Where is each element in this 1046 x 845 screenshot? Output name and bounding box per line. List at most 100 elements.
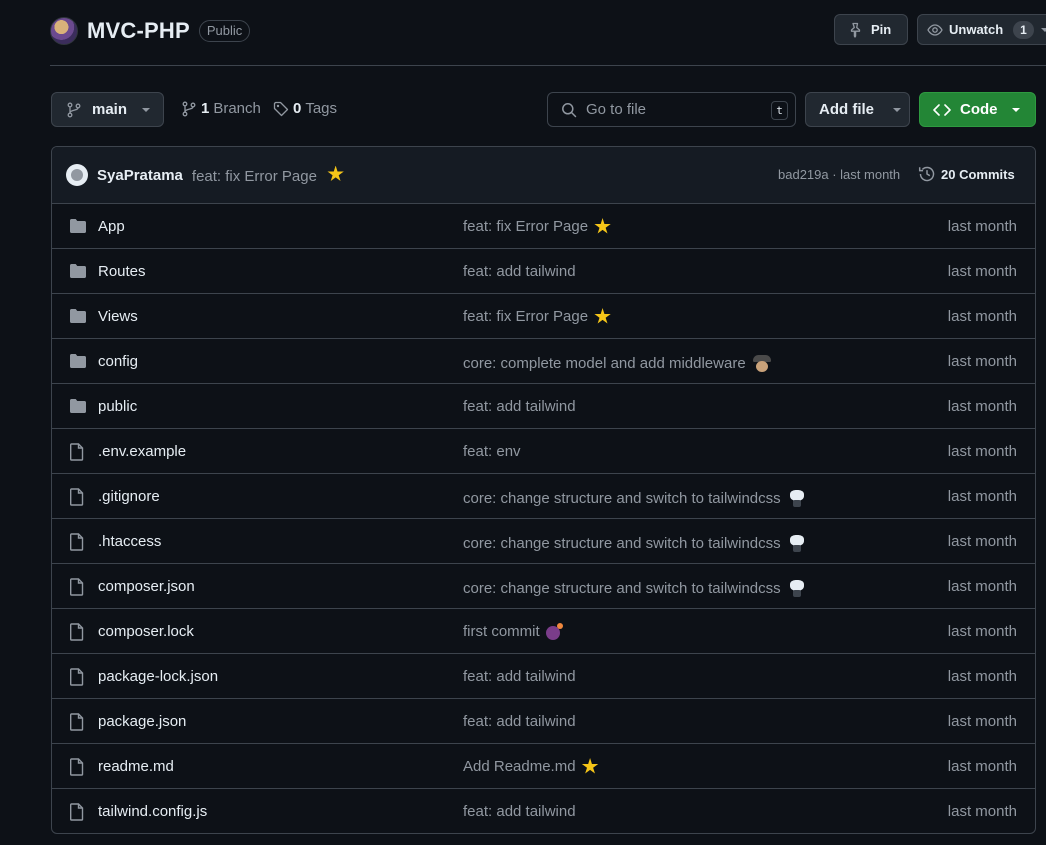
file-icon: [69, 713, 85, 736]
unwatch-button[interactable]: Unwatch 1: [917, 14, 1046, 45]
octocat-icon: [787, 533, 807, 553]
file-commit-message-text: feat: env: [463, 443, 521, 460]
file-commit-time: last month: [947, 488, 1017, 505]
file-name[interactable]: Routes: [98, 263, 146, 280]
octocat-icon: [787, 578, 807, 598]
file-commit-message-text: Add Readme.md: [463, 758, 576, 775]
file-name[interactable]: package.json: [98, 713, 186, 730]
commit-meta[interactable]: bad219a · last month: [778, 167, 900, 182]
add-file-button[interactable]: Add file: [805, 92, 910, 127]
file-commit-message[interactable]: feat: env: [463, 443, 521, 460]
commits-label: Commits: [959, 166, 1015, 182]
file-row[interactable]: .htaccess core: change structure and swit…: [52, 519, 1035, 564]
file-list: App feat: fix Error Page last month Routes f…: [52, 204, 1035, 833]
file-commit-time: last month: [947, 263, 1017, 280]
file-row[interactable]: public feat: add tailwind last month: [52, 384, 1035, 429]
visibility-badge: Public: [198, 20, 251, 42]
file-row[interactable]: .env.example feat: env last month: [52, 429, 1035, 474]
file-commit-message-text: feat: add tailwind: [463, 263, 576, 280]
file-commit-time: last month: [947, 578, 1017, 595]
file-row[interactable]: .gitignore core: change structure and swi…: [52, 474, 1035, 519]
file-commit-time: last month: [947, 713, 1017, 730]
file-row[interactable]: readme.md Add Readme.md last month: [52, 744, 1035, 789]
commit-author[interactable]: SyaPratama: [97, 167, 183, 184]
file-commit-message[interactable]: feat: fix Error Page: [463, 308, 611, 325]
file-row[interactable]: package-lock.json feat: add tailwind last …: [52, 654, 1035, 699]
file-row[interactable]: package.json feat: add tailwind last month: [52, 699, 1035, 744]
file-name[interactable]: tailwind.config.js: [98, 803, 207, 820]
file-commit-message-text: feat: add tailwind: [463, 713, 576, 730]
branches-label: Branch: [213, 100, 261, 117]
file-commit-message[interactable]: feat: add tailwind: [463, 668, 576, 685]
file-name[interactable]: .htaccess: [98, 533, 161, 550]
file-commit-message[interactable]: feat: fix Error Page: [463, 218, 611, 235]
file-commit-message[interactable]: Add Readme.md: [463, 758, 599, 775]
detective-icon: [752, 353, 772, 373]
file-commit-message-text: feat: fix Error Page: [463, 308, 589, 325]
file-commit-time: last month: [947, 353, 1017, 370]
file-commit-message[interactable]: core: complete model and add middleware: [463, 353, 772, 373]
file-commit-message-text: first commit: [463, 623, 540, 640]
file-name[interactable]: Views: [98, 308, 138, 325]
file-icon: [69, 758, 85, 781]
go-to-file[interactable]: t: [547, 92, 796, 127]
file-commit-message[interactable]: core: change structure and switch to tai…: [463, 578, 807, 598]
file-commit-message-text: feat: add tailwind: [463, 803, 576, 820]
file-icon: [69, 578, 85, 601]
author-avatar[interactable]: [66, 164, 88, 186]
file-commit-message[interactable]: feat: add tailwind: [463, 398, 576, 415]
file-commit-message-text: core: change structure and switch to tai…: [463, 579, 781, 597]
unwatch-label: Unwatch: [949, 22, 1004, 37]
file-name[interactable]: .gitignore: [98, 488, 160, 505]
file-row[interactable]: Views feat: fix Error Page last month: [52, 294, 1035, 339]
file-icon: [69, 803, 85, 826]
file-commit-message[interactable]: feat: add tailwind: [463, 803, 576, 820]
octocat-icon: [787, 488, 807, 508]
file-icon: [69, 623, 85, 646]
folder-icon: [69, 263, 87, 284]
pin-button[interactable]: Pin: [834, 14, 908, 45]
file-commit-message[interactable]: core: change structure and switch to tai…: [463, 533, 807, 553]
file-commit-time: last month: [947, 623, 1017, 640]
file-commit-message[interactable]: feat: add tailwind: [463, 713, 576, 730]
branch-icon: [182, 101, 196, 116]
file-name[interactable]: App: [98, 218, 125, 235]
file-commit-message-text: core: change structure and switch to tai…: [463, 489, 781, 507]
repo-header: MVC-PHP Public: [50, 14, 251, 48]
file-row[interactable]: composer.lock first commit last month: [52, 609, 1035, 654]
commit-message-text: feat: fix Error Page: [191, 167, 317, 185]
file-name[interactable]: .env.example: [98, 443, 186, 460]
file-commit-message[interactable]: core: change structure and switch to tai…: [463, 488, 807, 508]
chevron-down-icon: [142, 107, 151, 112]
tag-icon: [273, 101, 289, 116]
file-row[interactable]: tailwind.config.js feat: add tailwind last…: [52, 789, 1035, 833]
branch-selector[interactable]: main: [51, 92, 164, 127]
file-commit-message-text: feat: add tailwind: [463, 398, 576, 415]
file-row[interactable]: Routes feat: add tailwind last month: [52, 249, 1035, 294]
file-name[interactable]: composer.lock: [98, 623, 194, 640]
star-icon: [327, 165, 344, 181]
file-row[interactable]: App feat: fix Error Page last month: [52, 204, 1035, 249]
file-name[interactable]: composer.json: [98, 578, 195, 595]
folder-icon: [69, 398, 87, 419]
code-button[interactable]: Code: [919, 92, 1036, 127]
file-name[interactable]: config: [98, 353, 138, 370]
chevron-down-icon[interactable]: [1040, 27, 1046, 33]
file-icon: [69, 668, 85, 691]
file-name[interactable]: package-lock.json: [98, 668, 218, 685]
branches-link[interactable]: 1 Branch: [181, 100, 261, 117]
commits-link[interactable]: 20 Commits: [918, 165, 1015, 183]
tags-link[interactable]: 0 Tags: [273, 100, 337, 117]
go-to-file-input[interactable]: [586, 101, 761, 118]
file-name[interactable]: public: [98, 398, 137, 415]
repo-name[interactable]: MVC-PHP: [87, 18, 190, 44]
owner-avatar[interactable]: [50, 17, 78, 45]
file-commit-message[interactable]: first commit: [463, 623, 563, 640]
file-commit-message[interactable]: feat: add tailwind: [463, 263, 576, 280]
file-name[interactable]: readme.md: [98, 758, 174, 775]
file-commit-time: last month: [947, 308, 1017, 325]
file-row[interactable]: composer.json core: change structure and …: [52, 564, 1035, 609]
search-icon: [562, 102, 577, 117]
commit-message[interactable]: feat: fix Error Page: [191, 165, 344, 185]
file-row[interactable]: config core: complete model and add middl…: [52, 339, 1035, 384]
